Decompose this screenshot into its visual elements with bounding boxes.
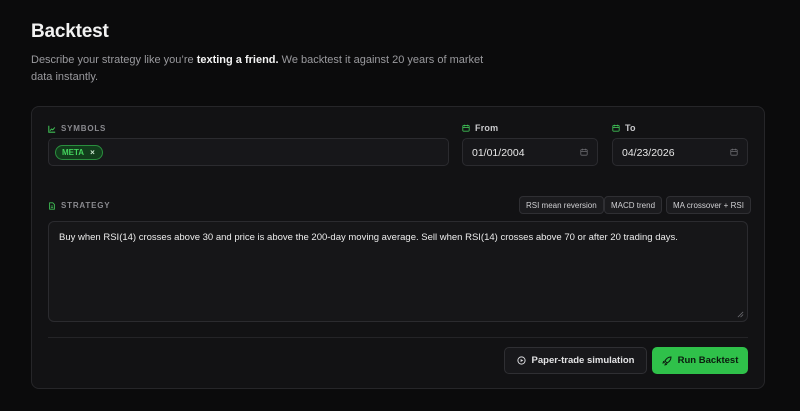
to-date-input[interactable]: 04/23/2026: [612, 138, 748, 166]
paper-trade-label: Paper-trade simulation: [531, 355, 635, 366]
to-date-value: 04/23/2026: [622, 147, 675, 159]
from-date-value: 01/01/2004: [472, 147, 525, 159]
play-circle-icon: [516, 356, 526, 365]
resize-handle-icon[interactable]: [737, 311, 744, 318]
preset-macd-trend[interactable]: MACD trend: [604, 196, 663, 214]
strategy-text: Buy when RSI(14) crosses above 30 and pr…: [59, 232, 678, 243]
document-icon: [49, 201, 55, 210]
remove-chip-icon[interactable]: ×: [90, 148, 95, 157]
symbols-label: SYMBOLS: [48, 124, 106, 133]
from-label-text: From: [475, 123, 499, 133]
run-backtest-label: Run Backtest: [677, 355, 739, 366]
date-picker-icon[interactable]: [730, 148, 738, 156]
symbol-chip-label: META: [62, 148, 85, 157]
paper-trade-button[interactable]: Paper-trade simulation: [504, 347, 647, 374]
strategy-label: STRATEGY: [48, 201, 110, 210]
symbols-label-text: SYMBOLS: [61, 124, 107, 133]
symbols-input[interactable]: META ×: [48, 138, 449, 166]
calendar-icon: [612, 124, 620, 132]
symbol-chip-meta: META ×: [55, 145, 103, 160]
date-picker-icon[interactable]: [580, 148, 588, 156]
preset-rsi-mean-reversion[interactable]: RSI mean reversion: [519, 196, 604, 214]
backtest-form-card: SYMBOLS META × From 01/01/2004 To 04/23/…: [31, 106, 765, 389]
from-date-input[interactable]: 01/01/2004: [462, 138, 598, 166]
from-label: From: [462, 123, 498, 133]
to-label-text: To: [625, 123, 636, 133]
page-subtitle: Describe your strategy like you’re texti…: [31, 52, 501, 86]
divider: [48, 337, 748, 338]
to-label: To: [612, 123, 636, 133]
subtitle-text: Describe your strategy like you’re: [31, 54, 197, 66]
chart-line-icon: [48, 125, 56, 133]
run-backtest-button[interactable]: Run Backtest: [652, 347, 748, 374]
page-title: Backtest: [31, 21, 109, 42]
strategy-label-text: STRATEGY: [61, 201, 111, 210]
rocket-icon: [661, 355, 672, 366]
strategy-textarea[interactable]: Buy when RSI(14) crosses above 30 and pr…: [48, 221, 748, 322]
subtitle-emphasis: texting a friend.: [196, 54, 279, 66]
calendar-icon: [462, 124, 470, 132]
preset-ma-crossover-rsi[interactable]: MA crossover + RSI: [666, 196, 751, 214]
